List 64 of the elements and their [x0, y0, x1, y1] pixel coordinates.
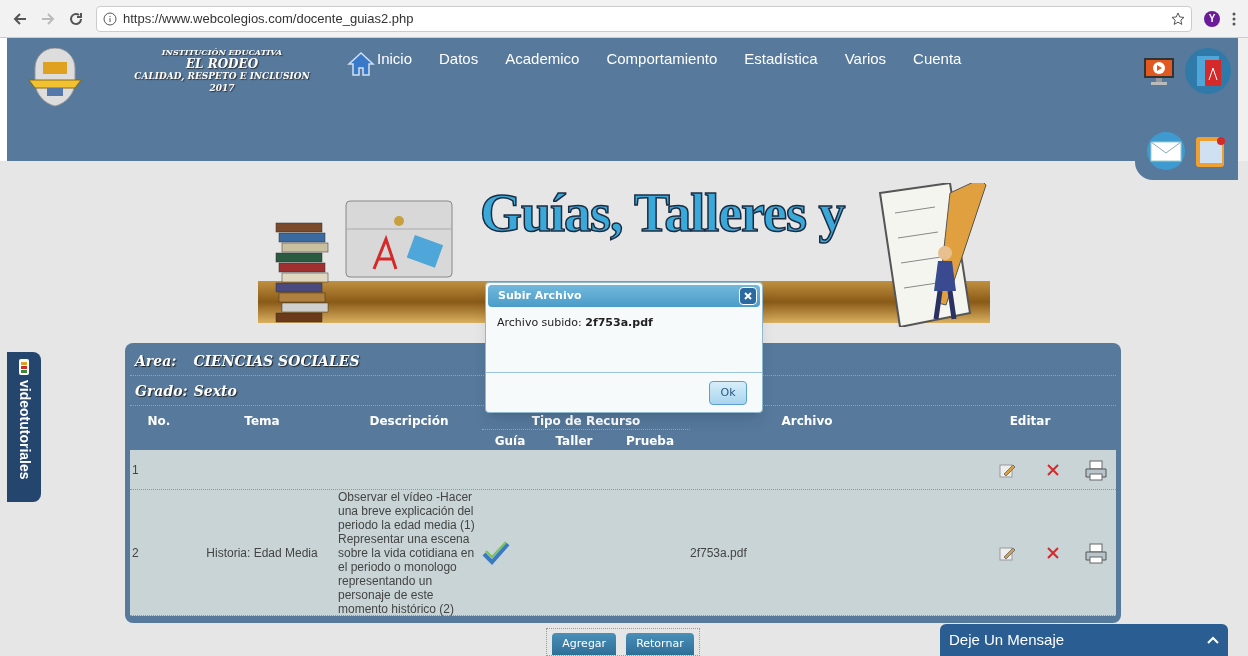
print-button[interactable] [1084, 458, 1108, 481]
school-name-line: 2017 [209, 82, 235, 94]
message-tab[interactable]: Deje Un Mensaje [940, 624, 1228, 656]
nav-link[interactable]: Datos [439, 48, 479, 77]
printer-icon [1084, 542, 1108, 564]
column-header: Editar [1008, 413, 1052, 430]
close-icon [1046, 462, 1060, 477]
column-header: Prueba [624, 433, 676, 450]
grade-value: Sexto [193, 382, 237, 401]
banner-title: Guías, Talleres y [480, 183, 845, 243]
nav-link[interactable]: Estadística [744, 48, 818, 77]
school-name-line: INSTITUCIÓN EDUCATIVA [161, 46, 283, 58]
delete-button[interactable] [1046, 462, 1060, 477]
close-button[interactable] [739, 287, 757, 305]
table-cell-text: 2 [131, 546, 140, 560]
envelope-icon [1147, 132, 1185, 170]
action-button[interactable]: Agregar [552, 633, 617, 655]
column-header: Taller [554, 433, 594, 450]
nav-link[interactable]: Comportamiento [606, 48, 718, 77]
pencil-paper-icon [998, 544, 1016, 562]
star-icon [1171, 11, 1185, 26]
url-text: https://www.webcolegios.com/docente_guias2.php [123, 9, 414, 28]
column-header: Descripción [368, 413, 450, 430]
close-icon [1046, 546, 1060, 560]
school-crest-icon [27, 48, 83, 108]
print-button[interactable] [1084, 542, 1108, 564]
table-cell-text: 2f753a.pdf [690, 546, 748, 560]
scrollbar-track[interactable] [1238, 38, 1248, 161]
home-icon [347, 51, 375, 77]
back-icon [12, 10, 28, 27]
nav-link[interactable]: Academico [505, 48, 580, 77]
column-header: Tema [243, 413, 281, 430]
pdf-document-icon [1185, 48, 1231, 94]
nav-link[interactable]: Varios [844, 48, 887, 77]
table-cell-text: Observar el vídeo -Hacer una breve explicación del periodo la edad media (1) Representar una escena sobre la vida cotidiana en el periodo o monologo representando un personaje de este momento histórico (2) [337, 490, 476, 616]
nav-link[interactable]: Inicio [347, 48, 413, 77]
table-cell-text: 1 [131, 462, 140, 477]
info-icon [103, 11, 117, 26]
video-film-icon [18, 358, 30, 376]
column-header: No. [146, 413, 172, 430]
area-value: CIENCIAS SOCIALES [193, 352, 360, 371]
ok-button[interactable]: Ok [709, 381, 747, 405]
school-name-line: EL RODEO [185, 58, 259, 70]
pdf-folder-icon [344, 199, 454, 279]
menu-icon [1232, 11, 1236, 26]
close-icon [743, 291, 753, 301]
school-name-line: CALIDAD, RESPETO E INCLUSION [134, 70, 310, 82]
delete-button[interactable] [1046, 546, 1060, 560]
area-label: Area: [135, 352, 177, 371]
grade-label: Grado: [135, 382, 188, 401]
dialog-title: Subir Archivo [498, 287, 582, 304]
reload-icon [68, 10, 84, 27]
forward-icon [40, 10, 56, 27]
dialog-message: Archivo subido: 2f753a.pdf [497, 316, 653, 329]
edit-button[interactable] [998, 544, 1016, 562]
address-bar[interactable]: https://www.webcolegios.com/docente_guias2.php [96, 5, 1192, 32]
chevron-up-icon [1207, 636, 1219, 644]
action-button[interactable]: Retornar [626, 633, 694, 655]
nav-link[interactable]: Cuenta [913, 48, 962, 77]
profile-avatar[interactable]: Y [1204, 10, 1220, 27]
table-cell-text: Historia: Edad Media [205, 546, 319, 560]
column-header: Guía [493, 433, 527, 450]
column-header: Archivo [780, 413, 834, 430]
printer-icon [1084, 458, 1108, 481]
